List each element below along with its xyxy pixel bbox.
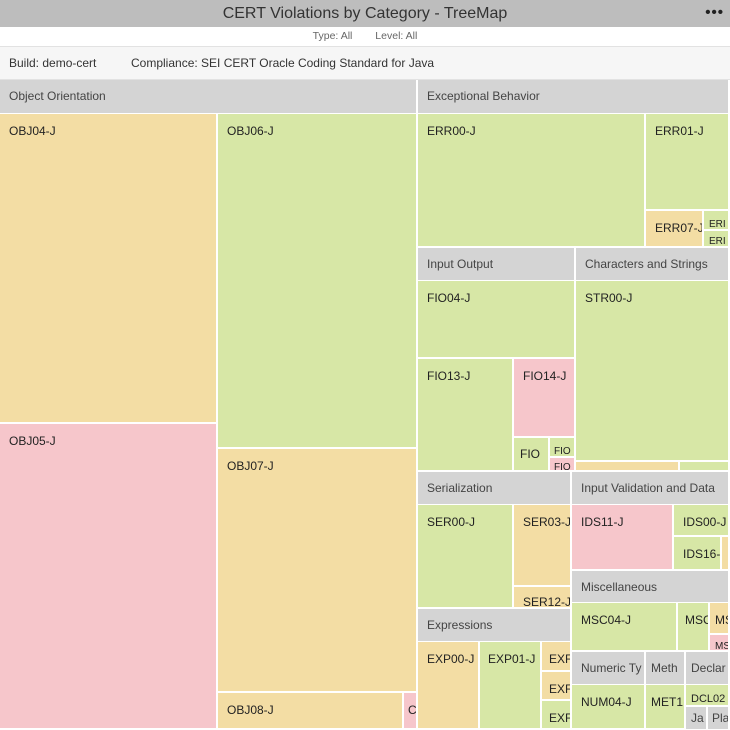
rule-cell-ids-small[interactable] <box>722 537 730 571</box>
category-header-miscellaneous[interactable]: Miscellaneous <box>572 571 730 603</box>
rule-cell-exp-b[interactable]: EXF <box>542 672 572 701</box>
rule-cell-num04[interactable]: NUM04-J <box>572 685 646 730</box>
rule-cell-msc-c[interactable]: MS <box>710 635 730 652</box>
more-dots-icon[interactable]: ••• <box>705 0 724 27</box>
rule-cell-msc-b[interactable]: MS <box>710 603 730 635</box>
rule-cell-ids11[interactable]: IDS11-J <box>572 505 674 571</box>
rule-cell-dcl02[interactable]: DCL02 <box>686 685 730 707</box>
rule-cell-fio14[interactable]: FIO14-J <box>514 359 576 438</box>
rule-cell-str-small-a[interactable] <box>576 462 680 472</box>
rule-cell-ids16[interactable]: IDS16- <box>674 537 722 571</box>
level-filter[interactable]: Level: All <box>375 30 417 42</box>
rule-cell-exp01[interactable]: EXP01-J <box>480 642 542 730</box>
rule-cell-obj06[interactable]: OBJ06-J <box>218 114 418 449</box>
rule-cell-obj08[interactable]: OBJ08-J <box>218 693 404 730</box>
category-header-characters-strings[interactable]: Characters and Strings <box>576 248 730 281</box>
category-header-pla[interactable]: Pla <box>708 707 730 730</box>
window-title-bar: CERT Violations by Category - TreeMap ••… <box>0 0 730 27</box>
treemap: Object Orientation OBJ04-J OBJ06-J OBJ05… <box>0 80 730 730</box>
rule-cell-met1[interactable]: MET1 <box>646 685 686 730</box>
rule-cell-err01[interactable]: ERR01-J <box>646 114 730 211</box>
category-header-exceptional-behavior[interactable]: Exceptional Behavior <box>418 80 730 114</box>
category-header-input-validation[interactable]: Input Validation and Data <box>572 472 730 505</box>
rule-cell-msc-a[interactable]: MSC <box>678 603 710 652</box>
rule-cell-exp-a[interactable]: EXF <box>542 642 572 672</box>
category-header-input-output[interactable]: Input Output <box>418 248 576 281</box>
rule-cell-obj04[interactable]: OBJ04-J <box>0 114 218 424</box>
rule-cell-ser03[interactable]: SER03-J <box>514 505 572 587</box>
category-header-object-orientation[interactable]: Object Orientation <box>0 80 418 114</box>
info-bar: Build: demo-cert Compliance: SEI CERT Or… <box>0 46 730 80</box>
rule-cell-str-small-b[interactable] <box>680 462 730 472</box>
rule-cell-obj07[interactable]: OBJ07-J <box>218 449 418 693</box>
category-header-numeric-types[interactable]: Numeric Ty <box>572 652 646 685</box>
rule-cell-obj-small[interactable]: C <box>404 693 418 730</box>
rule-cell-ser12[interactable]: SER12-J <box>514 587 572 609</box>
build-label: Build: demo-cert <box>9 56 97 70</box>
rule-cell-ser00[interactable]: SER00-J <box>418 505 514 609</box>
rule-cell-exp00[interactable]: EXP00-J <box>418 642 480 730</box>
rule-cell-err-b[interactable]: ERI <box>704 231 730 248</box>
rule-cell-fio-b[interactable]: FIO <box>550 438 576 458</box>
filter-bar: Type: All Level: All <box>0 27 730 45</box>
rule-cell-ids00[interactable]: IDS00-J <box>674 505 730 537</box>
rule-cell-str00[interactable]: STR00-J <box>576 281 730 462</box>
category-header-declarations[interactable]: Declar <box>686 652 730 685</box>
rule-cell-obj05[interactable]: OBJ05-J <box>0 424 218 730</box>
category-header-expressions[interactable]: Expressions <box>418 609 572 642</box>
rule-cell-msc04[interactable]: MSC04-J <box>572 603 678 652</box>
rule-cell-fio04[interactable]: FIO04-J <box>418 281 576 359</box>
rule-cell-err00[interactable]: ERR00-J <box>418 114 646 248</box>
rule-cell-fio-a[interactable]: FIO <box>514 438 550 472</box>
compliance-label: Compliance: SEI CERT Oracle Coding Stand… <box>131 56 435 70</box>
rule-cell-fio13[interactable]: FIO13-J <box>418 359 514 472</box>
category-header-ja[interactable]: Ja <box>686 707 708 730</box>
rule-cell-err-a[interactable]: ERI <box>704 211 730 231</box>
rule-cell-fio-c[interactable]: FIO <box>550 458 576 472</box>
type-filter[interactable]: Type: All <box>313 30 353 42</box>
category-header-serialization[interactable]: Serialization <box>418 472 572 505</box>
rule-cell-exp-c[interactable]: EXF <box>542 701 572 730</box>
category-header-methods[interactable]: Meth <box>646 652 686 685</box>
chart-title: CERT Violations by Category - TreeMap <box>222 5 508 22</box>
rule-cell-err07[interactable]: ERR07-J <box>646 211 704 248</box>
